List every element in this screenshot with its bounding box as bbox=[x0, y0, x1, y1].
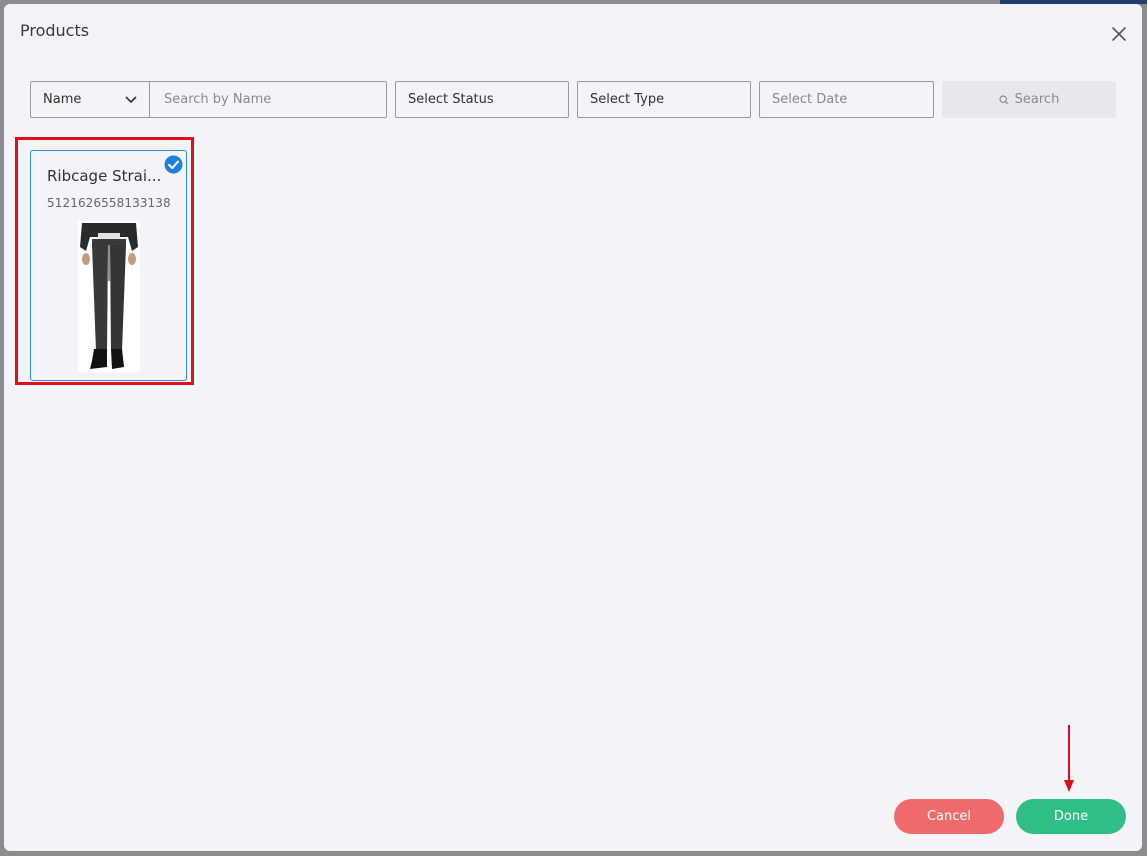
search-icon bbox=[999, 94, 1009, 105]
arrow-down-annotation-icon bbox=[1064, 725, 1074, 792]
search-input[interactable] bbox=[162, 91, 374, 108]
search-input-wrapper bbox=[149, 81, 387, 118]
search-button[interactable]: Search bbox=[942, 81, 1116, 118]
close-button[interactable] bbox=[1108, 23, 1130, 45]
status-select[interactable]: Select Status bbox=[395, 81, 569, 118]
date-select-placeholder: Select Date bbox=[772, 92, 848, 107]
search-field-select[interactable]: Name bbox=[30, 81, 150, 118]
status-select-placeholder: Select Status bbox=[408, 92, 494, 107]
done-button[interactable]: Done bbox=[1016, 799, 1126, 834]
cancel-button[interactable]: Cancel bbox=[894, 799, 1004, 834]
close-icon bbox=[1112, 27, 1126, 41]
chevron-down-icon bbox=[125, 95, 137, 103]
type-select-placeholder: Select Type bbox=[590, 92, 665, 107]
date-select[interactable]: Select Date bbox=[759, 81, 934, 118]
selection-highlight-annotation bbox=[15, 137, 194, 385]
modal-title: Products bbox=[20, 21, 90, 40]
products-modal: Products Name Select Status Select Type … bbox=[4, 4, 1142, 851]
type-select[interactable]: Select Type bbox=[577, 81, 751, 118]
search-field-select-value: Name bbox=[43, 92, 82, 107]
search-button-label: Search bbox=[1014, 92, 1060, 107]
